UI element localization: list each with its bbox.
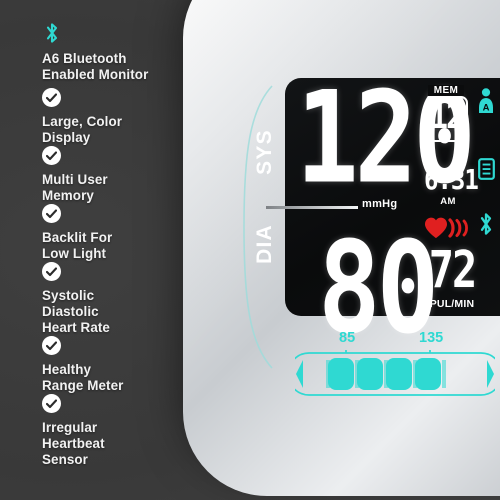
check-circle-icon [42, 336, 61, 355]
range-meter-graphic [295, 350, 495, 396]
feature-label: Irregular Heartbeat Sensor [42, 420, 105, 468]
range-tick-low: 85 [339, 330, 356, 346]
check-circle-icon [42, 262, 61, 281]
feature-item-bluetooth: A6 Bluetooth Enabled Monitor [42, 22, 148, 83]
unit-label: mmHg [362, 198, 398, 210]
feature-label: Systolic Diastolic Heart Rate [42, 288, 110, 336]
feature-label: A6 Bluetooth Enabled Monitor [42, 51, 149, 83]
range-tick-high: 135 [419, 330, 444, 346]
feature-item-multi-user-memory: Multi User Memory [42, 146, 108, 204]
pulse-value: 72 [428, 240, 478, 300]
user-a-icon: A [479, 88, 493, 113]
feature-item-backlit: Backlit For Low Light [42, 204, 112, 262]
dia-label: DIA [253, 224, 276, 264]
feature-label: Multi User Memory [42, 172, 108, 204]
memory-list-icon [478, 158, 495, 180]
feature-label: Backlit For Low Light [42, 230, 113, 262]
check-circle-icon [42, 204, 61, 223]
feature-list: A6 Bluetooth Enabled Monitor Large, Colo… [0, 0, 200, 500]
pulse-label: PUL/MIN [429, 298, 475, 310]
product-image: SYS DIA 120 mmHg 80 MEM 12 6:31 AM 72 PU… [0, 0, 500, 500]
clock-time: 6:31 [424, 163, 479, 197]
clock-period: AM [440, 196, 456, 207]
bluetooth-icon [480, 213, 492, 235]
svg-text:A: A [483, 102, 490, 113]
check-circle-icon [42, 88, 61, 107]
check-circle-icon [42, 394, 61, 413]
sys-label: SYS [253, 129, 276, 175]
memory-value: 12 [429, 97, 464, 138]
feature-label: Large, Color Display [42, 114, 123, 146]
memory-label: MEM [428, 85, 464, 96]
feature-label: Healthy Range Meter [42, 362, 124, 394]
heartbeat-icon [425, 217, 468, 238]
feature-item-large-color-display: Large, Color Display [42, 88, 122, 146]
feature-item-healthy-range-meter: Healthy Range Meter [42, 336, 123, 394]
healthy-range-meter: 85 135 [295, 330, 495, 404]
reading-divider [266, 206, 358, 209]
check-circle-icon [42, 146, 61, 165]
bluetooth-icon [46, 23, 58, 43]
feature-item-irregular-heartbeat: Irregular Heartbeat Sensor [42, 394, 105, 469]
feature-item-systolic-diastolic: Systolic Diastolic Heart Rate [42, 262, 110, 337]
